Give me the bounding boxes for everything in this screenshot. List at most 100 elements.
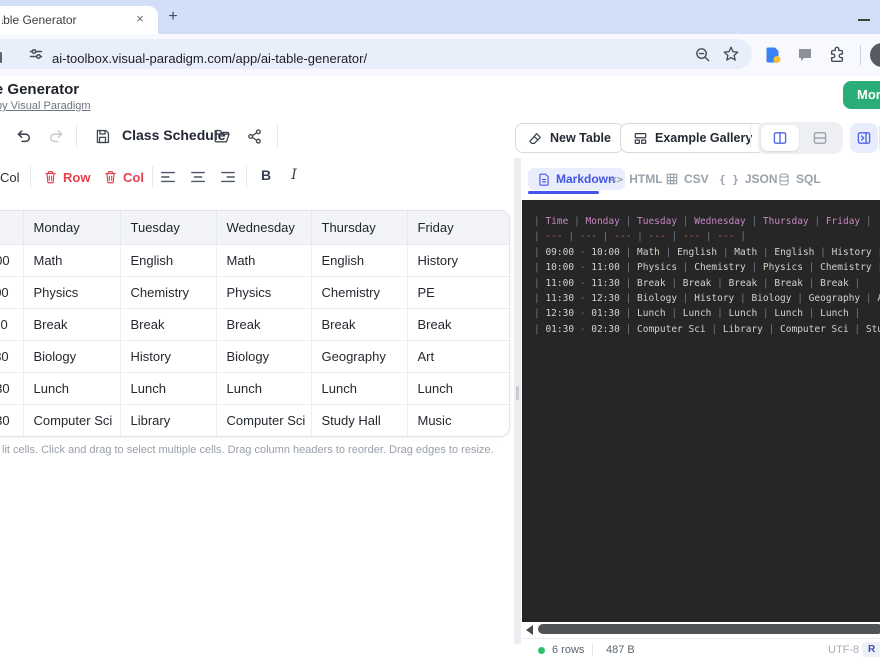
table-cell[interactable]: 10:00 - 11:00 — [0, 277, 23, 309]
tab-json[interactable]: { } JSON — [719, 168, 778, 190]
example-gallery-button[interactable]: Example Gallery — [620, 123, 765, 153]
tab-close-icon[interactable]: × — [132, 11, 148, 27]
column-header[interactable]: Time — [0, 211, 23, 245]
save-button[interactable] — [89, 123, 115, 149]
table-cell[interactable]: Music — [407, 405, 509, 437]
table-cell[interactable]: Library — [120, 405, 216, 437]
encoding-label: UTF-8 — [828, 644, 859, 656]
split-horizontal-button[interactable] — [801, 125, 839, 151]
redo-button[interactable] — [44, 123, 70, 149]
table-cell[interactable]: Lunch — [216, 373, 311, 405]
grid-icon — [666, 173, 678, 185]
delete-column-button[interactable]: Col — [104, 166, 144, 188]
table-cell[interactable]: Computer Sci — [23, 405, 120, 437]
align-left-button[interactable] — [156, 165, 180, 189]
more-tools-button[interactable]: More Tools — [843, 81, 880, 109]
table-cell[interactable]: Lunch — [120, 373, 216, 405]
tab-html[interactable]: <> HTML — [610, 168, 663, 190]
table-cell[interactable]: Math — [23, 245, 120, 277]
table-cell[interactable]: 01:30 - 02:30 — [0, 405, 23, 437]
pane-resize-handle[interactable] — [514, 158, 521, 644]
table-cell[interactable]: English — [311, 245, 407, 277]
window-minimize-button[interactable] — [858, 19, 870, 21]
table-cell[interactable]: English — [120, 245, 216, 277]
open-folder-icon[interactable] — [209, 123, 235, 149]
table-cell[interactable]: Lunch — [407, 373, 509, 405]
code-line: | Time | Monday | Tuesday | Wednesday | … — [534, 214, 880, 229]
table-cell[interactable]: Art — [407, 341, 509, 373]
layout-toggle-group — [758, 122, 843, 154]
code-preview-panel: | Time | Monday | Tuesday | Wednesday | … — [522, 200, 880, 622]
browser-tab[interactable]: AI Table Generator × — [0, 6, 158, 34]
tab-sql[interactable]: SQL — [778, 168, 821, 190]
bookmark-star-icon[interactable] — [722, 45, 740, 63]
table-cell[interactable]: PE — [407, 277, 509, 309]
byline-link[interactable]: by Visual Paradigm — [0, 100, 91, 112]
table-cell[interactable]: History — [120, 341, 216, 373]
column-header[interactable]: Thursday — [311, 211, 407, 245]
code-line: | 01:30 - 02:30 | Computer Sci | Library… — [534, 322, 880, 337]
table-cell[interactable]: Break — [311, 309, 407, 341]
profile-avatar[interactable] — [870, 43, 880, 67]
scroll-left-arrow[interactable] — [526, 625, 533, 635]
table-cell[interactable]: Biology — [216, 341, 311, 373]
table-cell[interactable]: History — [407, 245, 509, 277]
zoom-out-icon[interactable] — [694, 46, 711, 63]
delete-column-label: Col — [123, 170, 144, 185]
bold-button[interactable]: B — [256, 167, 276, 187]
table-cell[interactable]: Lunch — [23, 373, 120, 405]
toolbar-divider — [30, 166, 31, 188]
table-cell[interactable]: Break — [407, 309, 509, 341]
delete-row-button[interactable]: Row — [44, 166, 90, 188]
table-cell[interactable]: Physics — [216, 277, 311, 309]
site-settings-icon[interactable] — [28, 46, 44, 62]
tab-label: Markdown — [556, 172, 615, 186]
share-icon[interactable] — [241, 123, 267, 149]
scrollbar-thumb[interactable] — [538, 624, 880, 634]
undo-button[interactable] — [10, 123, 36, 149]
toolbar-divider — [76, 124, 77, 148]
split-vertical-button[interactable] — [761, 125, 799, 151]
insert-column-button[interactable]: Col — [0, 166, 20, 188]
new-tab-button[interactable]: + — [164, 8, 182, 26]
code-line: | 11:00 - 11:30 | Break | Break | Break … — [534, 276, 880, 291]
extension-chat-icon[interactable] — [797, 47, 813, 63]
toggle-panel-button[interactable] — [850, 123, 878, 153]
code-line: | 12:30 - 01:30 | Lunch | Lunch | Lunch … — [534, 306, 880, 321]
table-cell[interactable]: 11:00 - 11:30 — [0, 309, 23, 341]
table-row: 10:00 - 11:00PhysicsChemistryPhysicsChem… — [0, 277, 509, 309]
table-cell[interactable]: Biology — [23, 341, 120, 373]
column-header[interactable]: Monday — [23, 211, 120, 245]
column-header[interactable]: Wednesday — [216, 211, 311, 245]
table-cell[interactable]: Chemistry — [120, 277, 216, 309]
table-cell[interactable]: 11:30 - 12:30 — [0, 341, 23, 373]
italic-button[interactable]: I — [284, 167, 304, 187]
table-cell[interactable]: Physics — [23, 277, 120, 309]
new-table-label: New Table — [550, 131, 611, 145]
extension-doc-icon[interactable] — [764, 46, 782, 64]
address-bar[interactable]: ai-toolbox.visual-paradigm.com/app/ai-ta… — [0, 39, 752, 69]
table-cell[interactable]: Geography — [311, 341, 407, 373]
table-cell[interactable]: Break — [23, 309, 120, 341]
tab-csv[interactable]: CSV — [666, 168, 709, 190]
table-cell[interactable]: Study Hall — [311, 405, 407, 437]
table-cell[interactable]: 12:30 - 01:30 — [0, 373, 23, 405]
table-row: 11:30 - 12:30BiologyHistoryBiologyGeogra… — [0, 341, 509, 373]
code-line: | 09:00 - 10:00 | Math | English | Math … — [534, 245, 880, 260]
column-header[interactable]: Tuesday — [120, 211, 216, 245]
table-cell[interactable]: Lunch — [311, 373, 407, 405]
reload-icon[interactable] — [0, 52, 2, 63]
table-cell[interactable]: Math — [216, 245, 311, 277]
table-cell[interactable]: Computer Sci — [216, 405, 311, 437]
table-cell[interactable]: Chemistry — [311, 277, 407, 309]
new-table-button[interactable]: New Table — [515, 123, 624, 153]
gallery-grid-icon — [633, 131, 648, 146]
table-cell[interactable]: Break — [216, 309, 311, 341]
column-header[interactable]: Friday — [407, 211, 509, 245]
url-text[interactable]: ai-toolbox.visual-paradigm.com/app/ai-ta… — [52, 51, 367, 66]
extensions-puzzle-icon[interactable] — [828, 46, 846, 64]
align-right-button[interactable] — [216, 165, 240, 189]
table-cell[interactable]: 09:00 - 10:00 — [0, 245, 23, 277]
table-cell[interactable]: Break — [120, 309, 216, 341]
align-center-button[interactable] — [186, 165, 210, 189]
